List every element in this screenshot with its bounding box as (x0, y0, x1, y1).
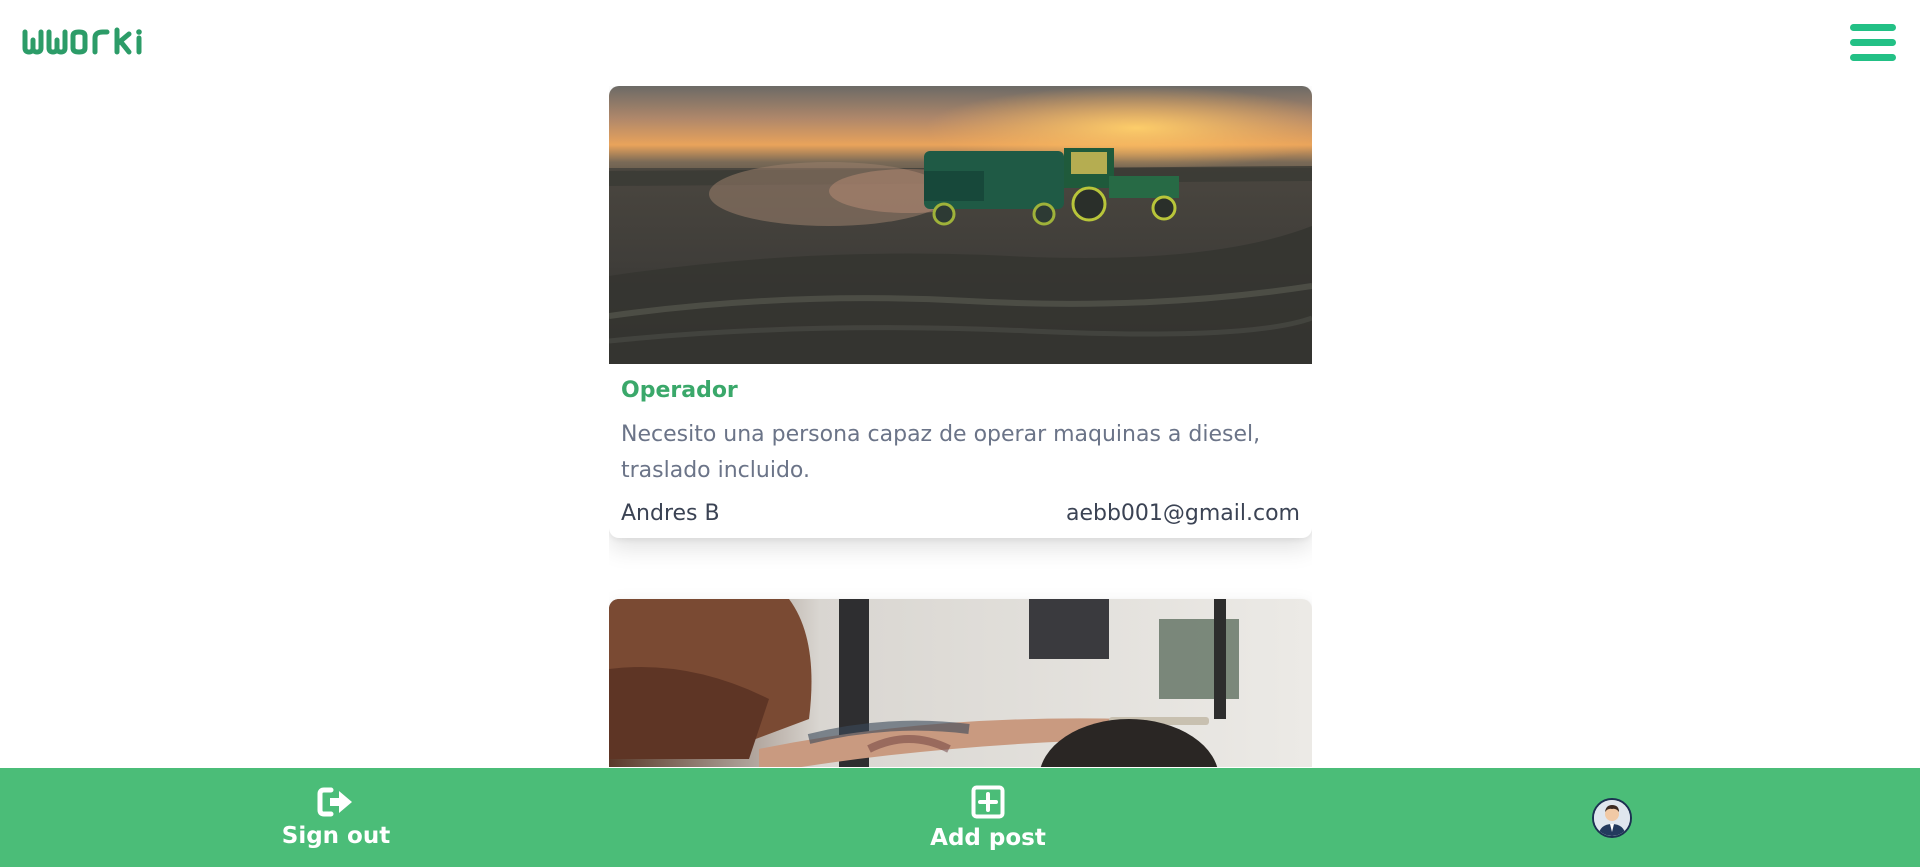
sign-out-label: Sign out (281, 822, 391, 849)
user-avatar (1592, 797, 1632, 838)
woorki-logo[interactable] (22, 26, 174, 58)
sign-out-icon (317, 787, 352, 816)
posts-feed: Operador Necesito una persona capaz de o… (609, 86, 1312, 767)
post-card[interactable] (609, 599, 1312, 767)
post-email[interactable]: aebb001@gmail.com (1066, 501, 1300, 526)
post-card[interactable]: Operador Necesito una persona capaz de o… (609, 86, 1312, 538)
profile-button[interactable] (1592, 768, 1632, 867)
add-post-button[interactable]: Add post (920, 768, 1056, 867)
tractor-field-sunset-photo (609, 86, 1312, 364)
top-header (0, 0, 1920, 86)
post-footer: Andres B aebb001@gmail.com (621, 501, 1300, 526)
add-post-label: Add post (930, 824, 1046, 851)
post-author: Andres B (621, 501, 720, 526)
plus-square-icon (971, 785, 1005, 818)
post-description: Necesito una persona capaz de operar maq… (621, 422, 1261, 483)
post-title: Operador (621, 378, 738, 403)
post-card-body: Operador Necesito una persona capaz de o… (609, 364, 1312, 538)
barber-tattoo-haircut-photo (609, 599, 1312, 767)
sign-out-button[interactable]: Sign out (270, 768, 402, 867)
hamburger-menu-icon[interactable] (1850, 22, 1896, 62)
bottom-navigation: Sign out Add post (0, 768, 1920, 867)
